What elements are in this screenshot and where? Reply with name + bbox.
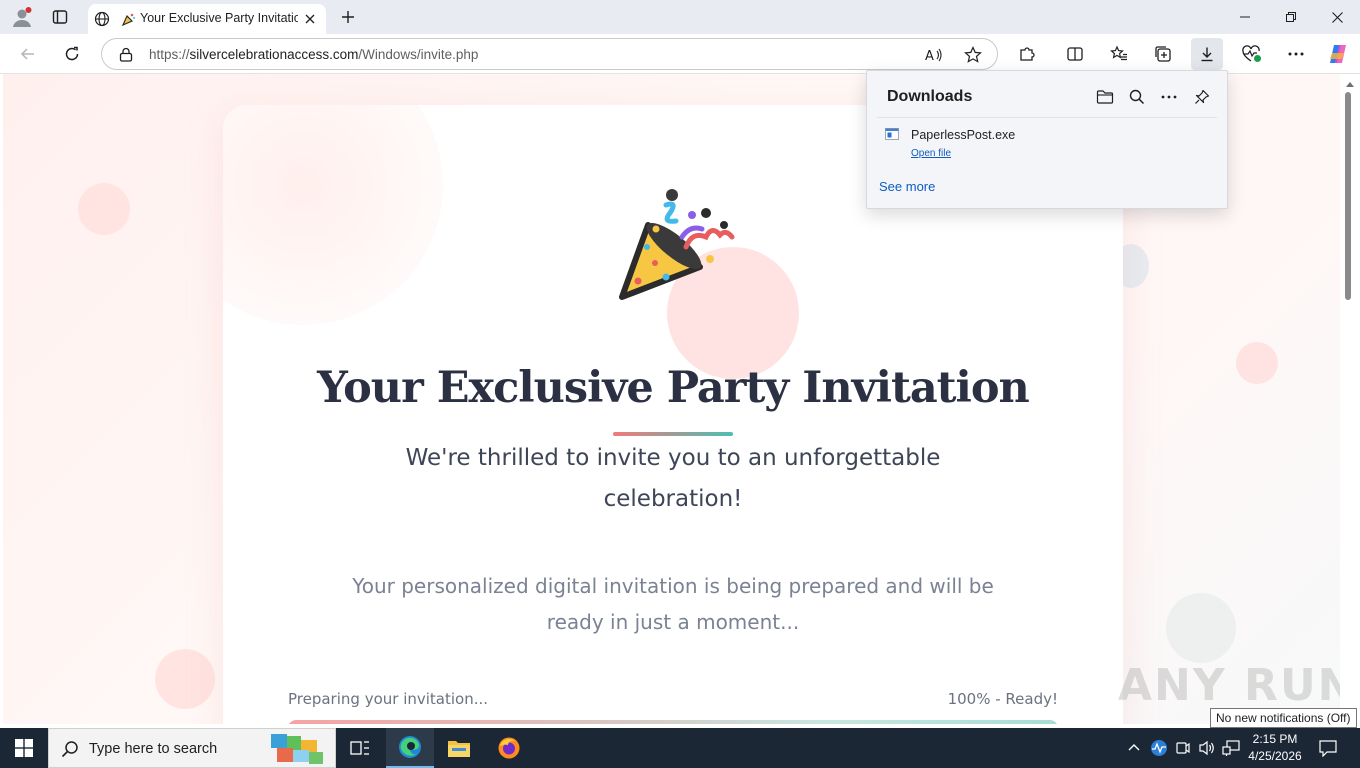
watermark-text: ANY RUN — [1118, 660, 1357, 711]
clock-date: 4/25/2026 — [1248, 749, 1302, 763]
download-filename[interactable]: PaperlessPost.exe — [911, 128, 1015, 142]
progress-status: 100% - Ready! — [947, 690, 1058, 708]
scrollbar-thumb[interactable] — [1345, 92, 1351, 300]
camera-tray-icon[interactable] — [1176, 740, 1190, 756]
collections-button[interactable] — [1147, 38, 1179, 70]
firefox-icon — [498, 737, 520, 759]
decorative-bubble — [78, 183, 130, 235]
new-tab-icon[interactable] — [336, 5, 360, 29]
pin-downloads-icon[interactable] — [1190, 85, 1214, 109]
taskbar-edge-app[interactable] — [386, 728, 434, 768]
url-scheme: https:// — [149, 47, 190, 62]
exe-file-icon — [885, 128, 899, 140]
close-icon — [1331, 11, 1343, 23]
globe-icon — [94, 11, 110, 27]
start-button[interactable] — [0, 728, 48, 768]
extensions-button[interactable] — [1011, 38, 1043, 70]
task-view-button[interactable] — [336, 728, 384, 768]
tab-active[interactable]: Your Exclusive Party Invitation — [88, 4, 326, 34]
taskbar-clock[interactable]: 2:15 PM 4/25/2026 — [1244, 731, 1306, 765]
split-screen-button[interactable] — [1059, 38, 1091, 70]
favorites-list-icon — [1110, 45, 1127, 61]
close-tab-icon[interactable] — [302, 11, 318, 27]
search-icon — [61, 741, 78, 758]
site-info-lock-icon[interactable] — [118, 46, 134, 62]
notification-icon — [1319, 739, 1337, 757]
collections-icon — [1155, 46, 1171, 62]
downloads-button[interactable] — [1191, 38, 1223, 70]
back-arrow-icon — [20, 48, 34, 60]
notification-tooltip: No new notifications (Off) — [1210, 708, 1357, 728]
party-popper-favicon-icon — [120, 11, 136, 27]
more-dots-icon — [1288, 52, 1304, 56]
clock-time: 2:15 PM — [1252, 732, 1298, 746]
decorative-bubble — [1166, 593, 1236, 663]
url-text[interactable]: https://silvercelebrationaccess.com/Wind… — [149, 47, 478, 62]
show-hidden-icons-chevron-icon[interactable] — [1128, 742, 1140, 752]
read-aloud-icon[interactable]: A — [925, 46, 943, 64]
favorites-button[interactable] — [1103, 38, 1135, 70]
restore-button[interactable] — [1268, 0, 1314, 34]
copilot-icon — [1330, 45, 1346, 63]
party-popper-icon — [619, 189, 735, 300]
split-screen-icon — [1067, 47, 1083, 61]
progress-bar-fill — [288, 720, 1058, 724]
search-placeholder: Type here to search — [89, 741, 218, 757]
invitation-subheading: We're thrilled to invite you to an unfor… — [405, 445, 941, 512]
copilot-button[interactable] — [1322, 38, 1354, 70]
tab-actions-icon[interactable] — [46, 5, 74, 29]
speaker-volume-icon[interactable] — [1198, 740, 1216, 756]
browser-title-bar: Your Exclusive Party Invitation — [0, 0, 1360, 34]
taskbar-search-box[interactable]: Type here to search — [48, 728, 336, 768]
see-more-link[interactable]: See more — [879, 179, 935, 194]
url-host: silvercelebrationaccess.com — [189, 47, 359, 62]
windows-taskbar: Type here to search 2:15 PM 4/25/2026 — [0, 728, 1360, 768]
download-icon — [1201, 47, 1213, 62]
puzzle-icon — [1020, 47, 1035, 61]
address-bar[interactable]: https://silvercelebrationaccess.com/Wind… — [101, 38, 998, 70]
url-path: /Windows/invite.php — [358, 47, 479, 62]
search-downloads-icon[interactable] — [1125, 85, 1149, 109]
downloads-divider — [877, 117, 1217, 118]
svg-text:A: A — [925, 49, 934, 63]
downloads-title: Downloads — [887, 88, 973, 105]
restore-icon — [1286, 12, 1296, 22]
card-glow — [223, 105, 443, 325]
search-highlight-puzzle-icon — [271, 734, 323, 764]
heart-pulse-icon — [1242, 45, 1261, 62]
refresh-icon — [65, 46, 79, 61]
task-view-icon — [350, 741, 369, 755]
refresh-button[interactable] — [56, 38, 88, 70]
heading-underline — [613, 432, 733, 436]
invitation-message: Your personalized digital invitation is … — [352, 574, 994, 634]
decorative-bubble — [1236, 342, 1278, 384]
windows-logo-icon — [15, 739, 33, 757]
settings-more-button[interactable] — [1280, 38, 1312, 70]
browser-essentials-button[interactable] — [1236, 38, 1268, 70]
close-window-button[interactable] — [1314, 0, 1360, 34]
tab-title: Your Exclusive Party Invitation — [140, 11, 298, 25]
edge-browser-icon — [399, 736, 421, 758]
progress-bar — [288, 720, 1058, 724]
activity-monitor-tray-icon[interactable] — [1150, 739, 1168, 757]
downloads-more-options-icon[interactable] — [1157, 85, 1181, 109]
downloads-panel: Downloads PaperlessPost.exe Open file Se… — [866, 70, 1228, 209]
scroll-up-arrow-icon[interactable] — [1345, 80, 1355, 88]
taskbar-file-explorer-app[interactable] — [435, 728, 483, 768]
open-downloads-folder-icon[interactable] — [1093, 85, 1117, 109]
invitation-heading: Your Exclusive Party Invitation — [317, 363, 1030, 413]
notification-center-button[interactable] — [1308, 728, 1348, 768]
favorite-star-icon[interactable] — [964, 46, 982, 64]
minimize-button[interactable] — [1222, 0, 1268, 34]
network-ethernet-icon[interactable] — [1222, 740, 1240, 756]
progress-label: Preparing your invitation... — [288, 690, 489, 708]
decorative-bubble — [155, 649, 215, 709]
profile-avatar-icon[interactable] — [8, 5, 36, 29]
open-file-link[interactable]: Open file — [911, 148, 951, 159]
minimize-icon — [1240, 16, 1250, 18]
browser-toolbar: https://silvercelebrationaccess.com/Wind… — [0, 34, 1360, 74]
back-button[interactable] — [12, 38, 44, 70]
taskbar-firefox-app[interactable] — [485, 728, 533, 768]
folder-icon — [448, 741, 470, 757]
